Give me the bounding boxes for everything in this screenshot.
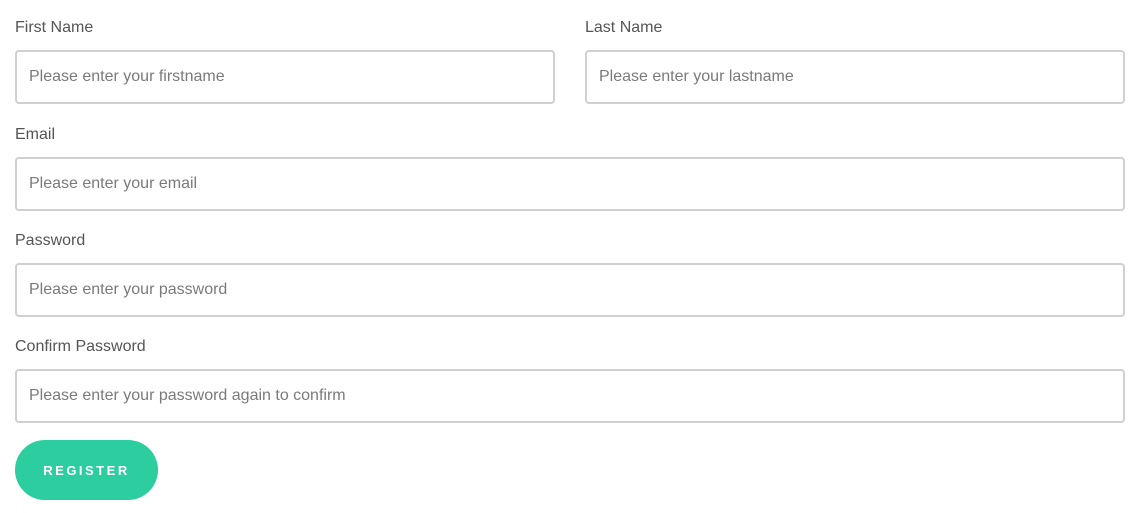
register-button[interactable]: REGISTER <box>15 440 158 500</box>
password-field-box <box>15 263 1125 317</box>
registration-form: First Name Last Name Email Password Conf… <box>0 0 1131 513</box>
first-name-field-box <box>15 50 555 104</box>
last-name-field-box <box>585 50 1125 104</box>
confirm-password-field-box <box>15 369 1125 423</box>
password-input[interactable] <box>17 265 1123 315</box>
email-field-box <box>15 157 1125 211</box>
last-name-label: Last Name <box>585 19 663 36</box>
last-name-input[interactable] <box>587 52 1123 102</box>
email-input[interactable] <box>17 159 1123 209</box>
email-label: Email <box>15 126 56 143</box>
first-name-label: First Name <box>15 19 94 36</box>
confirm-password-label: Confirm Password <box>15 338 146 355</box>
first-name-input[interactable] <box>17 52 553 102</box>
password-label: Password <box>15 232 86 249</box>
confirm-password-input[interactable] <box>17 371 1123 421</box>
